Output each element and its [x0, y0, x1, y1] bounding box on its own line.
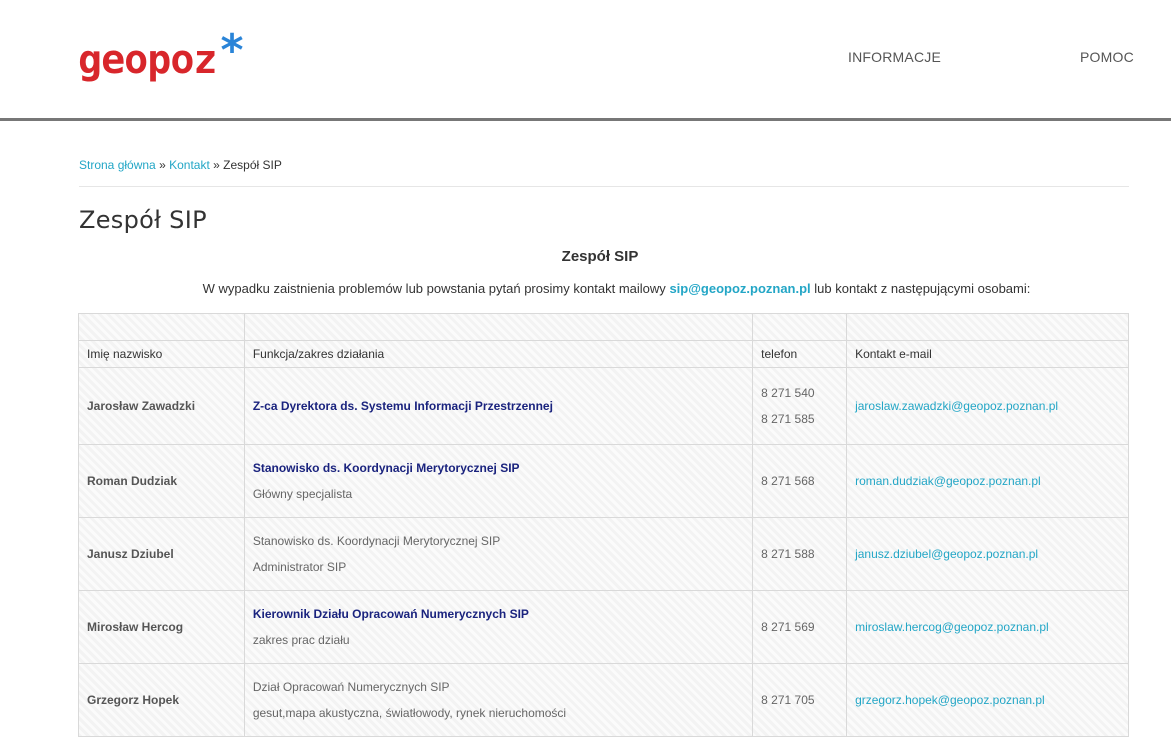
column-header-email: Kontakt e-mail — [846, 340, 1129, 368]
function-cell: Dział Opracowań Numerycznych SIP gesut,m… — [243, 663, 754, 737]
column-header-name: Imię nazwisko — [78, 340, 245, 368]
function-title: Stanowisko ds. Koordynacji Merytorycznej… — [252, 461, 520, 475]
intro-email-link[interactable]: sip@geopoz.poznan.pl — [669, 281, 810, 296]
breadcrumb-home-link[interactable]: Strona główna — [79, 158, 156, 172]
email-link[interactable]: janusz.dziubel@geopoz.poznan.pl — [846, 517, 1129, 591]
email-link[interactable]: roman.dudziak@geopoz.poznan.pl — [846, 444, 1129, 518]
intro-after: lub kontakt z następującymi osobami: — [814, 281, 1031, 296]
phone-number: 8 271 569 — [752, 590, 848, 664]
function-cell: Z-ca Dyrektora ds. Systemu Informacji Pr… — [243, 367, 754, 445]
phone-number: 8 271 568 — [752, 444, 848, 518]
breadcrumb-current: Zespół SIP — [223, 158, 282, 172]
phone-number: 8 271 585 — [761, 412, 815, 426]
function-title: Z-ca Dyrektora ds. Systemu Informacji Pr… — [252, 399, 553, 413]
table-row: Roman Dudziak Stanowisko ds. Koordynacji… — [78, 444, 1129, 518]
geopoz-logo[interactable]: geopoz * — [78, 25, 244, 84]
asterisk-icon: * — [220, 25, 244, 76]
table-row: Grzegorz Hopek Dział Opracowań Numeryczn… — [78, 663, 1129, 737]
nav-informacje[interactable]: INFORMACJE — [848, 49, 941, 65]
table-row: Janusz Dziubel Stanowisko ds. Koordynacj… — [78, 517, 1129, 591]
phone-number: 8 271 588 — [752, 517, 848, 591]
section-title: Zespół SIP — [561, 248, 639, 265]
phone-number: 8 271 705 — [752, 663, 848, 737]
team-table: Imię nazwisko Funkcja/zakres działania t… — [78, 313, 1129, 737]
table-row: Jarosław Zawadzki Z-ca Dyrektora ds. Sys… — [78, 367, 1129, 445]
person-name: Grzegorz Hopek — [78, 663, 245, 737]
function-detail: gesut,mapa akustyczna, światłowody, ryne… — [252, 706, 567, 720]
breadcrumb-contact-link[interactable]: Kontakt — [169, 158, 210, 172]
function-title: Stanowisko ds. Koordynacji Merytorycznej… — [252, 534, 501, 548]
table-spacer-row — [78, 313, 1129, 341]
email-link[interactable]: jaroslaw.zawadzki@geopoz.poznan.pl — [846, 367, 1129, 445]
function-detail: Główny specjalista — [252, 487, 353, 501]
person-name: Mirosław Hercog — [78, 590, 245, 664]
person-name: Jarosław Zawadzki — [78, 367, 245, 445]
person-name: Janusz Dziubel — [78, 517, 245, 591]
function-cell: Kierownik Działu Opracowań Numerycznych … — [243, 590, 754, 664]
person-name: Roman Dudziak — [78, 444, 245, 518]
logo-wordmark: geopoz — [78, 37, 217, 83]
function-cell: Stanowisko ds. Koordynacji Merytorycznej… — [243, 517, 754, 591]
divider — [79, 186, 1129, 187]
breadcrumb-separator: » — [159, 158, 166, 172]
email-link[interactable]: grzegorz.hopek@geopoz.poznan.pl — [846, 663, 1129, 737]
column-header-function: Funkcja/zakres działania — [243, 340, 754, 368]
page-title: Zespół SIP — [79, 206, 207, 234]
breadcrumb: Strona główna » Kontakt » Zespół SIP — [79, 158, 282, 172]
function-cell: Stanowisko ds. Koordynacji Merytorycznej… — [243, 444, 754, 518]
intro-text: W wypadku zaistnienia problemów lub pows… — [0, 281, 1171, 296]
email-link[interactable]: miroslaw.hercog@geopoz.poznan.pl — [846, 590, 1129, 664]
phone-number: 8 271 540 — [761, 386, 815, 400]
table-header-row: Imię nazwisko Funkcja/zakres działania t… — [78, 340, 1129, 368]
intro-before: W wypadku zaistnienia problemów lub pows… — [202, 281, 666, 296]
nav-pomoc[interactable]: POMOC — [1080, 49, 1134, 65]
column-header-phone: telefon — [752, 340, 848, 368]
breadcrumb-separator: » — [213, 158, 220, 172]
function-title: Dział Opracowań Numerycznych SIP — [252, 680, 450, 694]
header-shadow-divider — [0, 118, 1171, 146]
site-header: geopoz * INFORMACJE POMOC — [0, 0, 1171, 118]
function-detail: zakres prac działu — [252, 633, 350, 647]
function-detail: Administrator SIP — [252, 560, 347, 574]
function-title: Kierownik Działu Opracowań Numerycznych … — [252, 607, 529, 621]
phone-cell: 8 271 540 8 271 585 — [752, 367, 848, 445]
table-row: Mirosław Hercog Kierownik Działu Opracow… — [78, 590, 1129, 664]
